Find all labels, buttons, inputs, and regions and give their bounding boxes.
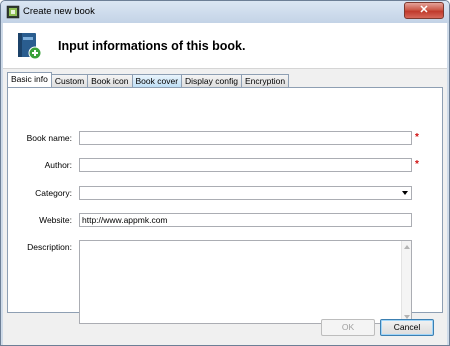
author-field[interactable] — [79, 158, 412, 172]
tab-book-icon[interactable]: Book icon — [87, 74, 133, 87]
tab-strip: Basic info Custom Book icon Book cover D… — [7, 72, 290, 87]
tab-custom[interactable]: Custom — [50, 74, 89, 87]
dialog-client: Input informations of this book. Basic i… — [3, 23, 447, 345]
cancel-button[interactable]: Cancel — [380, 319, 434, 336]
description-scrollbar[interactable] — [401, 241, 411, 323]
basic-info-panel: Book name: * Author: * Category: Website… — [7, 87, 443, 324]
scroll-up-icon[interactable] — [404, 245, 410, 249]
category-label: Category: — [35, 188, 72, 198]
chevron-down-icon[interactable] — [402, 191, 408, 195]
description-label: Description: — [27, 242, 72, 252]
book-name-field[interactable] — [79, 131, 412, 145]
website-label: Website: — [39, 215, 72, 225]
category-select[interactable] — [79, 186, 412, 200]
title-bar[interactable]: Create new book ✕ — [1, 1, 449, 23]
dialog-header: Input informations of this book. — [3, 23, 447, 69]
tab-book-cover[interactable]: Book cover — [131, 74, 183, 87]
close-button[interactable]: ✕ — [404, 2, 444, 19]
book-add-icon — [18, 33, 42, 60]
ok-button[interactable]: OK — [321, 319, 375, 336]
author-label: Author: — [44, 160, 72, 170]
window-title: Create new book — [23, 6, 95, 17]
header-title: Input informations of this book. — [58, 39, 246, 53]
book-name-label: Book name: — [26, 133, 72, 143]
app-book-icon — [6, 5, 20, 19]
tab-display-config[interactable]: Display config — [181, 74, 242, 87]
tab-encryption[interactable]: Encryption — [240, 74, 290, 87]
website-field[interactable] — [79, 213, 412, 227]
description-textarea[interactable] — [79, 240, 412, 324]
dialog-window: Create new book ✕ Input informations of … — [0, 0, 450, 346]
tab-basic-info[interactable]: Basic info — [7, 72, 52, 87]
book-name-required-mark: * — [415, 132, 419, 143]
author-required-mark: * — [415, 159, 419, 170]
